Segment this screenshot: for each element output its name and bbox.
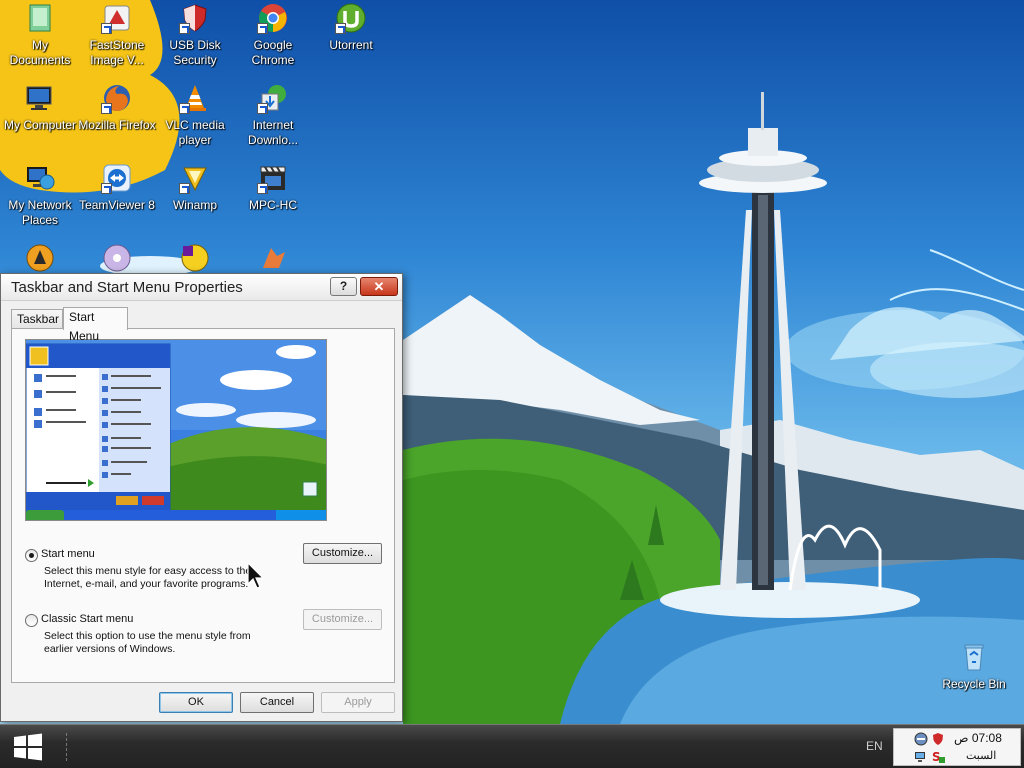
- clock-time[interactable]: 07:08 ص: [954, 731, 1002, 745]
- desktop-icon-partial-3[interactable]: [155, 242, 235, 272]
- desktop-icon-vlc[interactable]: VLC media player: [155, 82, 235, 158]
- utorrent-icon: [335, 2, 367, 34]
- recycle-bin-icon: [958, 641, 990, 673]
- language-indicator[interactable]: EN: [866, 739, 883, 753]
- start-menu-radio-label[interactable]: Start menu: [41, 548, 95, 560]
- start-menu-description: Select this menu style for easy access t…: [44, 565, 252, 590]
- desktop-icon-faststone[interactable]: FastStone Image V...: [77, 2, 157, 78]
- winamp-icon: [179, 162, 211, 194]
- desktop-icon-usb-disk-security[interactable]: USB Disk Security: [155, 2, 235, 78]
- fox-icon: [257, 242, 289, 272]
- vlc-cone-icon: [179, 82, 211, 114]
- desktop-icon-label: My Network Places: [8, 198, 72, 227]
- desktop-icon-label: MPC-HC: [249, 198, 297, 212]
- desktop-icon-partial-1[interactable]: [0, 242, 80, 272]
- shortcut-arrow-icon: [335, 23, 346, 34]
- mouse-cursor-icon: [247, 562, 265, 589]
- faststone-icon: [101, 2, 133, 34]
- desktop-icon-my-network-places[interactable]: My Network Places: [0, 162, 80, 238]
- desktop-icon-teamviewer[interactable]: TeamViewer 8: [77, 162, 157, 238]
- ok-button[interactable]: OK: [159, 692, 233, 713]
- chrome-icon: [257, 2, 289, 34]
- start-menu-tab-panel: Start menu Select this menu style for ea…: [11, 328, 395, 683]
- desktop-icon-label: Utorrent: [329, 38, 373, 52]
- desktop-icon-mozilla-firefox[interactable]: Mozilla Firefox: [77, 82, 157, 158]
- desktop-icon-label: Mozilla Firefox: [78, 118, 156, 132]
- desktop-icon-internet-download-manager[interactable]: Internet Downlo...: [233, 82, 313, 158]
- desktop-icon-my-computer[interactable]: My Computer: [0, 82, 80, 158]
- desktop-icon-google-chrome[interactable]: Google Chrome: [233, 2, 313, 78]
- tray-app-icon[interactable]: [914, 732, 928, 746]
- firefox-icon: [101, 82, 133, 114]
- shortcut-arrow-icon: [257, 23, 268, 34]
- system-tray: S 07:08 ص السبت: [893, 728, 1021, 766]
- film-clapper-icon: [257, 162, 289, 194]
- desktop-icon-label: FastStone Image V...: [89, 38, 145, 67]
- desktop-icon-label: VLC media player: [165, 118, 225, 147]
- disc-icon: [101, 242, 133, 272]
- start-menu-customize-button[interactable]: Customize...: [303, 543, 382, 564]
- cancel-button[interactable]: Cancel: [240, 692, 314, 713]
- shortcut-arrow-icon: [257, 103, 268, 114]
- desktop-icon-my-documents[interactable]: My Documents: [0, 2, 80, 78]
- tab-taskbar[interactable]: Taskbar: [11, 309, 63, 329]
- desktop-icon-label: Internet Downlo...: [247, 118, 299, 147]
- apply-button[interactable]: Apply: [321, 692, 395, 713]
- desktop-icon-label: Winamp: [172, 198, 217, 212]
- classic-start-menu-customize-button[interactable]: Customize...: [303, 609, 382, 630]
- desktop-icon-label: USB Disk Security: [169, 38, 221, 67]
- shortcut-arrow-icon: [257, 183, 268, 194]
- antivirus-tray-icon[interactable]: S: [931, 749, 945, 763]
- start-button[interactable]: [0, 725, 56, 768]
- folder-documents-icon: [24, 2, 56, 34]
- shortcut-arrow-icon: [179, 103, 190, 114]
- yahoo-messenger-icon: [179, 242, 211, 272]
- taskbar-start-menu-properties-dialog: Taskbar and Start Menu Properties ? ✕ Ta…: [0, 273, 403, 722]
- shortcut-arrow-icon: [101, 183, 112, 194]
- classic-start-menu-radio-label[interactable]: Classic Start menu: [41, 613, 133, 625]
- desktop-icon-label: Recycle Bin: [942, 677, 1006, 691]
- desktop-icon-label: My Computer: [3, 118, 77, 132]
- taskbar: EN S 07:08 ص السبت: [0, 724, 1024, 768]
- shortcut-arrow-icon: [179, 23, 190, 34]
- taskbar-separator: [66, 733, 67, 761]
- network-globe-icon: [24, 162, 56, 194]
- classic-start-menu-radio[interactable]: [25, 614, 38, 627]
- shortcut-arrow-icon: [101, 103, 112, 114]
- shortcut-arrow-icon: [101, 23, 112, 34]
- dialog-titlebar[interactable]: Taskbar and Start Menu Properties ? ✕: [1, 274, 402, 301]
- app-icon: [24, 242, 56, 272]
- desktop-icon-recycle-bin[interactable]: Recycle Bin: [928, 641, 1020, 717]
- start-menu-radio[interactable]: [25, 549, 38, 562]
- computer-icon: [24, 82, 56, 114]
- desktop-icon-label: Google Chrome: [251, 38, 295, 67]
- close-button[interactable]: ✕: [360, 277, 398, 296]
- shortcut-arrow-icon: [179, 183, 190, 194]
- windows-logo-icon: [14, 733, 42, 761]
- shield-icon: [179, 2, 211, 34]
- dialog-title: Taskbar and Start Menu Properties: [11, 279, 243, 296]
- desktop-icon-partial-4[interactable]: [233, 242, 313, 272]
- usb-security-tray-icon[interactable]: [931, 732, 945, 746]
- teamviewer-icon: [101, 162, 133, 194]
- desktop-icon-label: My Documents: [9, 38, 71, 67]
- clock-day[interactable]: السبت: [966, 749, 996, 762]
- tab-start-menu[interactable]: Start Menu: [63, 307, 128, 343]
- classic-start-menu-description: Select this option to use the menu style…: [44, 630, 251, 655]
- desktop-icon-winamp[interactable]: Winamp: [155, 162, 235, 238]
- desktop-icon-utorrent[interactable]: Utorrent: [311, 2, 391, 78]
- network-tray-icon[interactable]: [914, 749, 928, 763]
- help-button[interactable]: ?: [330, 277, 357, 296]
- start-menu-preview-image: [25, 339, 327, 521]
- globe-download-icon: [257, 82, 289, 114]
- desktop-icon-mpc-hc[interactable]: MPC-HC: [233, 162, 313, 238]
- desktop-icon-partial-2[interactable]: [77, 242, 157, 272]
- desktop-icon-label: TeamViewer 8: [79, 198, 155, 212]
